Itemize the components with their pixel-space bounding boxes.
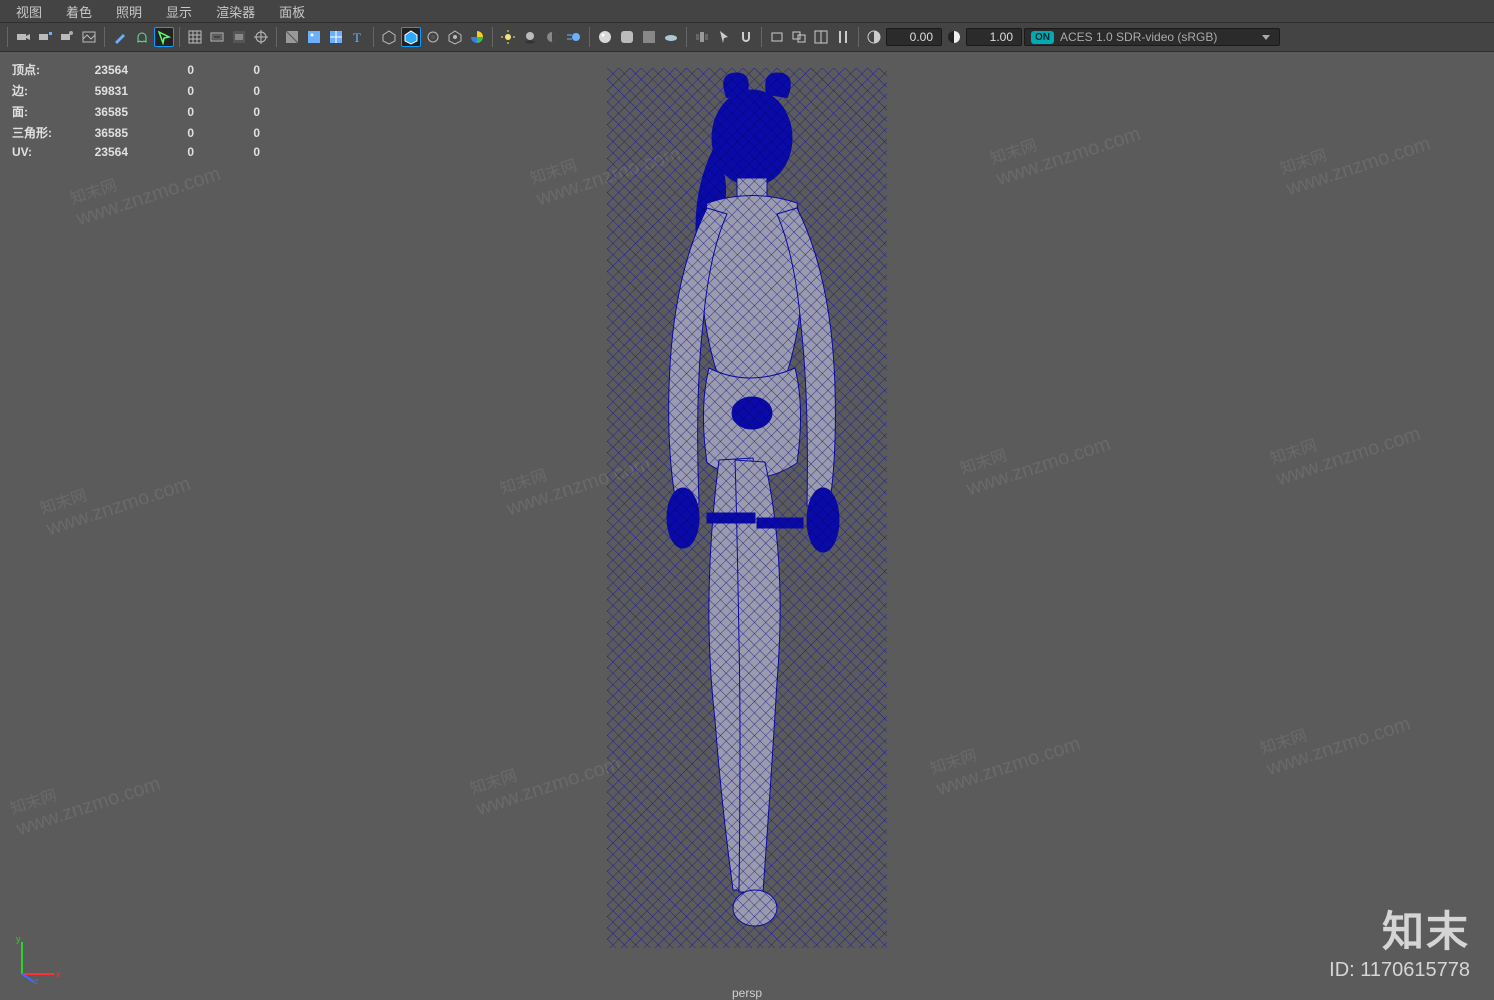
double-rect-icon[interactable] bbox=[789, 27, 809, 47]
object-color-icon[interactable] bbox=[467, 27, 487, 47]
snap-icon[interactable] bbox=[736, 27, 756, 47]
hud-row-edges: 边: 59831 0 0 bbox=[12, 81, 278, 100]
camera-settings-icon[interactable] bbox=[57, 27, 77, 47]
camera-bookmark-icon[interactable] bbox=[35, 27, 55, 47]
isolate-select-icon[interactable] bbox=[379, 27, 399, 47]
separator bbox=[276, 27, 277, 47]
resolution-gate-icon[interactable] bbox=[251, 27, 271, 47]
pointer-icon[interactable] bbox=[714, 27, 734, 47]
menu-display[interactable]: 显示 bbox=[154, 0, 204, 23]
hud-row-faces: 面: 36585 0 0 bbox=[12, 102, 278, 121]
menu-renderer[interactable]: 渲染器 bbox=[204, 0, 267, 23]
ao-icon[interactable] bbox=[542, 27, 562, 47]
menu-lighting[interactable]: 照明 bbox=[104, 0, 154, 23]
gamma-field[interactable]: 1.00 bbox=[966, 28, 1022, 46]
exposure-icon[interactable] bbox=[864, 27, 884, 47]
wireframe-on-shaded-icon[interactable] bbox=[282, 27, 302, 47]
gamma-icon[interactable] bbox=[944, 27, 964, 47]
separator bbox=[104, 27, 105, 47]
poly-count-hud: 顶点: 23564 0 0 边: 59831 0 0 面: 36585 0 0 … bbox=[10, 58, 280, 162]
text-icon[interactable]: T bbox=[348, 27, 368, 47]
camera-name-label: persp bbox=[732, 986, 762, 1000]
separator bbox=[492, 27, 493, 47]
separator bbox=[686, 27, 687, 47]
watermark-logo: 知末 ID: 1170615778 bbox=[1329, 898, 1470, 982]
viewport-menubar: 视图 着色 照明 显示 渲染器 面板 bbox=[0, 0, 1494, 23]
separator bbox=[858, 27, 859, 47]
flat-shade-icon[interactable] bbox=[639, 27, 659, 47]
menu-view[interactable]: 视图 bbox=[4, 0, 54, 23]
color-management-dropdown[interactable]: ON ACES 1.0 SDR-video (sRGB) bbox=[1024, 28, 1280, 46]
watermark: 知末网www.znzmo.com bbox=[36, 450, 193, 541]
watermark: 知末网www.znzmo.com bbox=[956, 410, 1113, 501]
gate-mask-icon[interactable] bbox=[229, 27, 249, 47]
separator bbox=[589, 27, 590, 47]
depth-dof-icon[interactable] bbox=[692, 27, 712, 47]
image-plane-icon[interactable] bbox=[79, 27, 99, 47]
shading-material-icon[interactable] bbox=[401, 27, 421, 47]
xray-icon[interactable] bbox=[423, 27, 443, 47]
watermark: 知末网www.znzmo.com bbox=[986, 100, 1143, 191]
xray-joints-icon[interactable] bbox=[445, 27, 465, 47]
grease-pencil-icon[interactable] bbox=[110, 27, 130, 47]
textured-icon[interactable] bbox=[304, 27, 324, 47]
menu-panel[interactable]: 面板 bbox=[267, 0, 317, 23]
separator bbox=[179, 27, 180, 47]
svg-text:y: y bbox=[16, 934, 21, 944]
shadows-icon[interactable] bbox=[520, 27, 540, 47]
fog-icon[interactable] bbox=[661, 27, 681, 47]
select-highlight-icon[interactable] bbox=[154, 27, 174, 47]
svg-text:z: z bbox=[34, 976, 39, 984]
grid-icon[interactable] bbox=[185, 27, 205, 47]
watermark: 知末网www.znzmo.com bbox=[466, 730, 623, 821]
column-icon[interactable] bbox=[833, 27, 853, 47]
hud-row-verts: 顶点: 23564 0 0 bbox=[12, 60, 278, 79]
light-all-icon[interactable] bbox=[498, 27, 518, 47]
watermark: 知末网www.znzmo.com bbox=[6, 750, 163, 841]
watermark: 知末网www.znzmo.com bbox=[1256, 690, 1413, 781]
axis-gizmo[interactable]: y x z bbox=[12, 934, 62, 984]
watermark: 知末网www.znzmo.com bbox=[926, 710, 1083, 801]
watermark: 知末网www.znzmo.com bbox=[1276, 110, 1433, 201]
textured-wire-icon[interactable] bbox=[326, 27, 346, 47]
smooth-shade-icon[interactable] bbox=[617, 27, 637, 47]
menu-shading[interactable]: 着色 bbox=[54, 0, 104, 23]
viewport[interactable]: 顶点: 23564 0 0 边: 59831 0 0 面: 36585 0 0 … bbox=[0, 52, 1494, 1000]
separator bbox=[761, 27, 762, 47]
hq-render-icon[interactable] bbox=[595, 27, 615, 47]
rect-icon[interactable] bbox=[767, 27, 787, 47]
camera-select-icon[interactable] bbox=[13, 27, 33, 47]
chevron-down-icon bbox=[1261, 32, 1271, 42]
svg-text:x: x bbox=[56, 969, 61, 979]
viewport-toolbar: T bbox=[0, 23, 1494, 52]
separator bbox=[7, 27, 8, 47]
watermark: 知末网www.znzmo.com bbox=[1266, 400, 1423, 491]
motion-blur-icon[interactable] bbox=[564, 27, 584, 47]
color-mgmt-label: ACES 1.0 SDR-video (sRGB) bbox=[1060, 30, 1217, 44]
color-mgmt-badge: ON bbox=[1031, 31, 1054, 44]
ghost-icon[interactable] bbox=[132, 27, 152, 47]
hud-row-tris: 三角形: 36585 0 0 bbox=[12, 123, 278, 142]
hud-row-uvs: UV: 23564 0 0 bbox=[12, 144, 278, 160]
mesh-wireframe[interactable] bbox=[607, 68, 887, 948]
rect-grid-icon[interactable] bbox=[811, 27, 831, 47]
svg-text:T: T bbox=[353, 30, 361, 45]
film-gate-icon[interactable] bbox=[207, 27, 227, 47]
separator bbox=[373, 27, 374, 47]
exposure-field[interactable]: 0.00 bbox=[886, 28, 942, 46]
